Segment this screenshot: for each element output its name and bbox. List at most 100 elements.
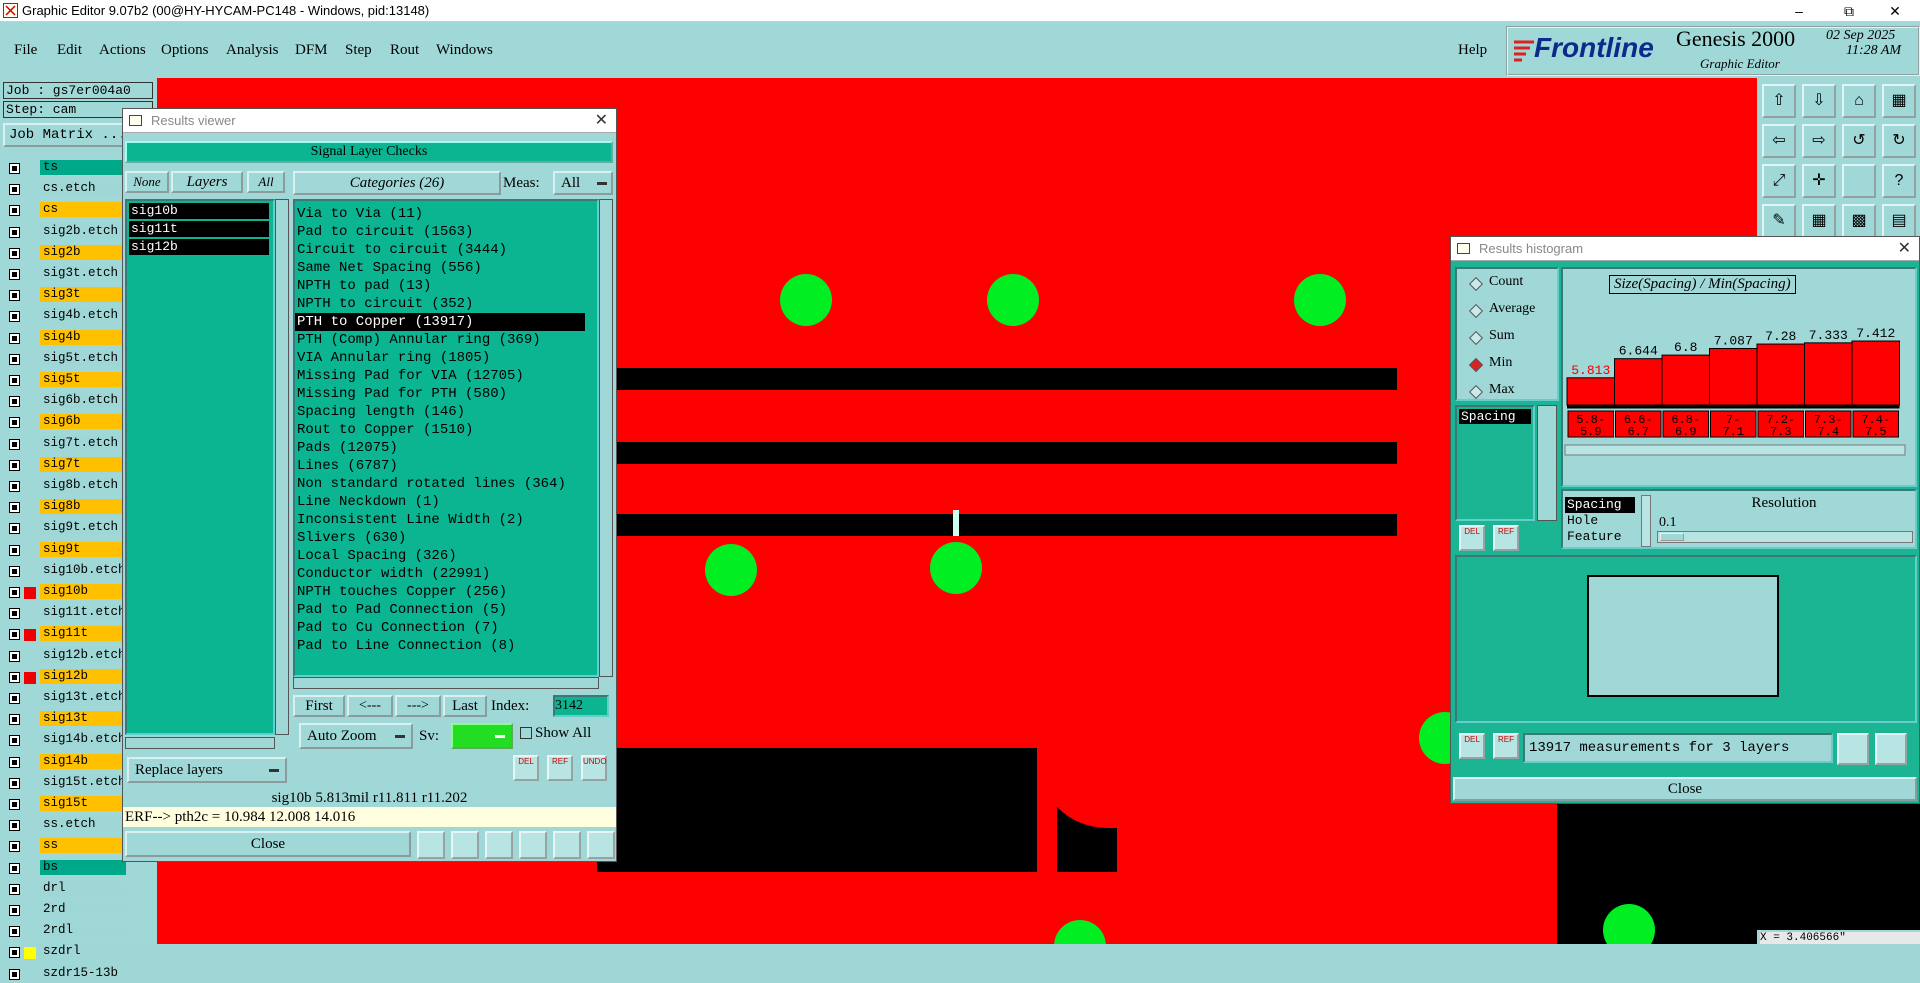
- category-item[interactable]: Non standard rotated lines (364): [295, 475, 585, 493]
- layer-list-hscroll[interactable]: [125, 737, 275, 749]
- layer-checkbox[interactable]: [9, 968, 20, 980]
- layer-row[interactable]: sig7t.etch: [6, 435, 126, 453]
- show-all-checkbox[interactable]: [520, 727, 532, 739]
- layer-name[interactable]: sig13t: [40, 711, 126, 727]
- layer-checkbox[interactable]: [9, 777, 20, 789]
- layer-row[interactable]: sig8b: [6, 498, 126, 516]
- menu-dfm[interactable]: DFM: [295, 42, 328, 59]
- layer-name[interactable]: sig15t: [40, 796, 126, 811]
- category-item[interactable]: Spacing length (146): [295, 403, 585, 421]
- layer-row[interactable]: sig13t.etch: [6, 689, 126, 707]
- pen-icon[interactable]: ✎: [1762, 204, 1796, 238]
- category-item[interactable]: Rout to Copper (1510): [295, 421, 585, 439]
- layer-list-scrollbar[interactable]: [275, 199, 289, 735]
- layer-name[interactable]: sig8b.etch: [40, 478, 126, 493]
- radio-sum[interactable]: [1468, 330, 1484, 346]
- restore-button[interactable]: ⧉: [1826, 0, 1872, 22]
- up-icon[interactable]: ⇧: [1762, 84, 1796, 118]
- histogram-bar[interactable]: [1709, 347, 1758, 406]
- layer-name[interactable]: sig7t: [40, 456, 126, 472]
- replace-layers-select[interactable]: Replace layers: [127, 757, 287, 783]
- layer-checkbox[interactable]: [9, 671, 20, 683]
- layer-row[interactable]: drl: [6, 880, 126, 898]
- histogram-chart-icon[interactable]: [1875, 733, 1907, 765]
- layer-row[interactable]: sig14b: [6, 753, 126, 771]
- field-item[interactable]: Spacing: [1459, 409, 1531, 424]
- menu-windows[interactable]: Windows: [436, 42, 493, 59]
- measure-icon[interactable]: ▤: [1882, 204, 1916, 238]
- all-button[interactable]: All: [247, 171, 285, 193]
- result-layer-item[interactable]: sig10b: [129, 203, 269, 219]
- layer-checkbox[interactable]: [9, 735, 20, 747]
- histogram-bar[interactable]: [1851, 340, 1900, 406]
- right-icon[interactable]: ⇨: [1802, 124, 1836, 158]
- layer-name[interactable]: sig11t: [40, 626, 126, 642]
- category-item[interactable]: NPTH to pad (13): [295, 277, 585, 295]
- layer-row[interactable]: sig4b: [6, 329, 126, 347]
- sort-item-spacing[interactable]: Spacing: [1565, 497, 1635, 513]
- meas-select[interactable]: All: [553, 171, 613, 195]
- redo-icon[interactable]: ↻: [1882, 124, 1916, 158]
- layer-row[interactable]: cs.etch: [6, 180, 126, 198]
- layer-row[interactable]: ss.etch: [6, 816, 126, 834]
- layer-name[interactable]: sig10b.etch: [40, 562, 126, 578]
- histogram-export-icon[interactable]: [1837, 733, 1869, 765]
- left-icon[interactable]: ⇦: [1762, 124, 1796, 158]
- categories-scrollbar[interactable]: [599, 199, 613, 677]
- layer-name[interactable]: sig4b.etch: [40, 308, 126, 324]
- option-max[interactable]: Max: [1489, 382, 1515, 398]
- layer-row[interactable]: sig14b.etch: [6, 731, 126, 749]
- option-count[interactable]: Count: [1489, 274, 1523, 290]
- results-close-button[interactable]: Close: [125, 831, 411, 857]
- histogram-bar[interactable]: [1804, 342, 1853, 406]
- histogram-bar[interactable]: [1661, 354, 1710, 406]
- layer-name[interactable]: sig2b: [40, 244, 126, 260]
- layer-checkbox[interactable]: [9, 947, 20, 959]
- menu-actions[interactable]: Actions: [99, 42, 146, 59]
- layer-name[interactable]: szdrl: [40, 944, 126, 960]
- layer-name[interactable]: sig14b.etch: [40, 732, 126, 748]
- layer-name[interactable]: sig5t.etch: [40, 350, 126, 366]
- histogram-hscroll[interactable]: [1564, 444, 1906, 456]
- layer-row[interactable]: sig12b: [6, 668, 126, 686]
- layer-checkbox[interactable]: [9, 417, 20, 429]
- layer-name[interactable]: sig9t: [40, 541, 126, 557]
- layer-row[interactable]: ts: [6, 159, 126, 177]
- layer-checkbox[interactable]: [9, 481, 20, 492]
- resolution-slider-thumb[interactable]: [1660, 533, 1684, 541]
- layer-checkbox[interactable]: [9, 629, 20, 641]
- undo-button[interactable]: UNDO: [581, 755, 607, 781]
- layer-name[interactable]: sig14b: [40, 753, 126, 769]
- layer-checkbox[interactable]: [9, 523, 20, 535]
- category-item[interactable]: Pad to Line Connection (8): [295, 637, 585, 655]
- layer-name[interactable]: ss: [40, 838, 126, 854]
- radio-max[interactable]: [1468, 384, 1484, 400]
- layer-checkbox[interactable]: [9, 311, 20, 323]
- layer-list-box[interactable]: sig10b sig11t sig12b: [125, 199, 275, 735]
- layer-checkbox[interactable]: [9, 290, 20, 302]
- layer-name[interactable]: sig6b.etch: [40, 393, 126, 409]
- result-layer-item[interactable]: sig12b: [129, 239, 269, 255]
- histogram-bar[interactable]: [1756, 343, 1805, 406]
- layer-checkbox[interactable]: [9, 205, 20, 217]
- layer-checkbox[interactable]: [9, 756, 20, 768]
- option-average[interactable]: Average: [1489, 301, 1535, 317]
- layer-checkbox[interactable]: [9, 438, 20, 450]
- layer-row[interactable]: sig6b: [6, 413, 126, 431]
- sort-list[interactable]: Spacing Hole Feature: [1565, 497, 1635, 545]
- layer-name[interactable]: sig15t.etch: [40, 774, 126, 790]
- category-item[interactable]: Slivers (630): [295, 529, 585, 547]
- layer-name[interactable]: ss.etch: [40, 817, 126, 833]
- histogram-bar[interactable]: [1566, 377, 1615, 406]
- histogram-close-button[interactable]: Close: [1453, 777, 1917, 801]
- layer-checkbox[interactable]: [9, 502, 20, 514]
- layer-row[interactable]: sig10b: [6, 583, 126, 601]
- layer-checkbox[interactable]: [9, 375, 20, 386]
- sort-item-hole[interactable]: Hole: [1565, 513, 1635, 529]
- layer-name[interactable]: 2rd: [40, 902, 126, 917]
- layer-name[interactable]: sig5t: [40, 372, 126, 387]
- layer-row[interactable]: sig15t.etch: [6, 774, 126, 792]
- menu-edit[interactable]: Edit: [57, 42, 82, 59]
- layer-row[interactable]: cs: [6, 201, 126, 219]
- menu-rout[interactable]: Rout: [390, 42, 419, 59]
